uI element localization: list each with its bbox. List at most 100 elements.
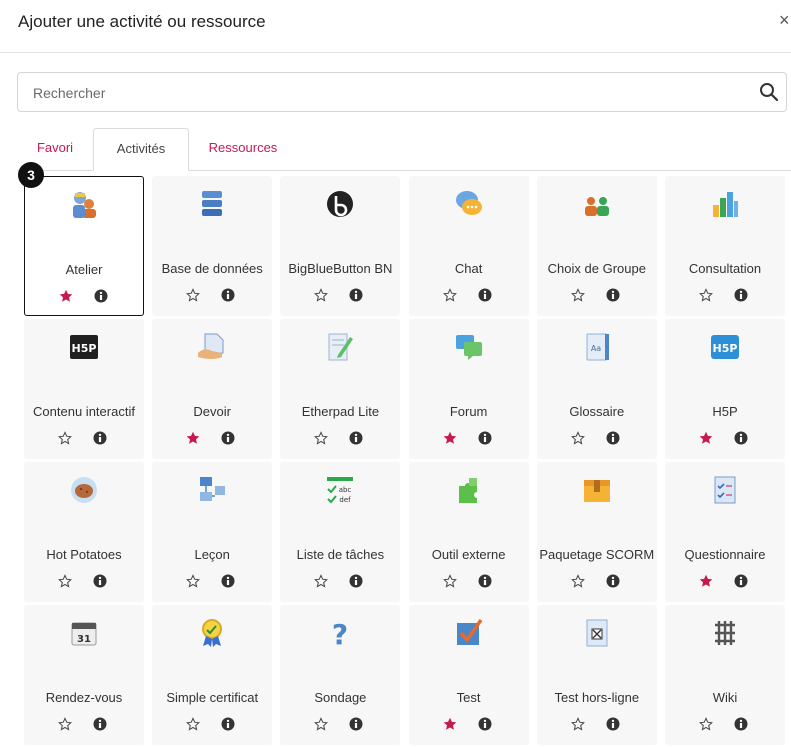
activity-card[interactable]: abc def Liste de tâches (280, 462, 401, 602)
info-icon[interactable] (221, 288, 235, 302)
activity-card[interactable]: 31 Rendez-vous (24, 605, 144, 745)
star-icon[interactable] (442, 288, 457, 302)
info-icon[interactable] (478, 574, 492, 588)
close-icon[interactable]: × (779, 10, 790, 31)
star-icon[interactable] (186, 717, 201, 731)
puzzle-icon (453, 474, 485, 506)
star-icon[interactable] (186, 288, 201, 302)
info-icon[interactable] (93, 431, 107, 445)
activity-card[interactable]: Hot Potatoes (24, 462, 144, 602)
activity-label: Choix de Groupe (547, 261, 646, 276)
info-icon[interactable] (93, 574, 107, 588)
star-icon[interactable] (314, 574, 329, 588)
activity-card[interactable]: Questionnaire (665, 462, 785, 602)
activity-label: Outil externe (431, 547, 506, 562)
activity-card[interactable]: Atelier (24, 176, 144, 316)
activity-card[interactable]: Aa Glossaire (536, 319, 657, 459)
info-icon[interactable] (478, 431, 492, 445)
forum-icon (453, 331, 485, 363)
h5p-blue-icon: H5P (709, 331, 741, 363)
activity-card[interactable]: Outil externe (408, 462, 529, 602)
activity-card[interactable]: Test (408, 605, 529, 745)
info-icon[interactable] (606, 717, 620, 731)
info-icon[interactable] (734, 717, 748, 731)
activity-card[interactable]: Etherpad Lite (280, 319, 401, 459)
star-icon[interactable] (58, 431, 72, 445)
activity-card[interactable]: Paquetage SCORM (536, 462, 657, 602)
lesson-icon (196, 474, 228, 506)
bar-chart-icon (709, 188, 741, 220)
activity-card[interactable]: Test hors-ligne (536, 605, 657, 745)
svg-text:abc: abc (339, 486, 352, 494)
activity-card[interactable]: Forum (408, 319, 529, 459)
search-input[interactable] (18, 73, 755, 113)
info-icon[interactable] (221, 574, 235, 588)
star-icon[interactable] (58, 574, 72, 588)
workshop-icon (69, 189, 101, 221)
star-icon[interactable] (314, 431, 329, 445)
activity-card[interactable]: Base de données (152, 176, 273, 316)
star-filled-icon[interactable] (443, 717, 457, 731)
info-icon[interactable] (734, 288, 748, 302)
info-icon[interactable] (606, 431, 620, 445)
activity-label: Etherpad Lite (301, 404, 380, 419)
activity-card[interactable]: Chat (408, 176, 529, 316)
activity-label: H5P (712, 404, 738, 419)
info-icon[interactable] (734, 431, 748, 445)
activity-label: Contenu interactif (33, 404, 135, 419)
activity-card[interactable]: Simple certificat (152, 605, 273, 745)
star-icon[interactable] (58, 717, 72, 731)
search-icon[interactable] (759, 82, 779, 102)
info-icon[interactable] (349, 431, 363, 445)
svg-text:31: 31 (77, 634, 91, 645)
star-icon[interactable] (314, 717, 329, 731)
activity-card[interactable]: ? Sondage (280, 605, 401, 745)
info-icon[interactable] (606, 288, 620, 302)
database-icon (196, 188, 228, 220)
activity-card[interactable]: Choix de Groupe (536, 176, 657, 316)
star-icon[interactable] (314, 288, 329, 302)
star-filled-icon[interactable] (186, 431, 200, 445)
star-icon[interactable] (699, 717, 713, 731)
info-icon[interactable] (94, 289, 108, 303)
svg-text:def: def (340, 496, 352, 504)
star-icon[interactable] (699, 288, 713, 302)
star-filled-icon[interactable] (59, 289, 73, 303)
activity-label: Liste de tâches (296, 547, 385, 562)
info-icon[interactable] (606, 574, 620, 588)
activity-label: Wiki (712, 690, 738, 705)
activity-label: Forum (449, 404, 488, 419)
info-icon[interactable] (221, 431, 235, 445)
activity-label: Test (456, 690, 481, 705)
info-icon[interactable] (478, 717, 492, 731)
info-icon[interactable] (349, 288, 363, 302)
star-icon[interactable] (570, 288, 585, 302)
info-icon[interactable] (349, 574, 363, 588)
activity-card[interactable]: Consultation (665, 176, 785, 316)
activity-label: Leçon (194, 547, 230, 562)
activity-card[interactable]: BigBlueButton BN (280, 176, 401, 316)
star-filled-icon[interactable] (699, 574, 713, 588)
info-icon[interactable] (221, 717, 235, 731)
activity-grid: Atelier Base de données BigBlueButton BN Ch… (24, 176, 791, 747)
star-icon[interactable] (570, 717, 585, 731)
star-icon[interactable] (570, 431, 585, 445)
activity-label: Rendez-vous (45, 690, 123, 705)
activity-card[interactable]: Leçon (152, 462, 273, 602)
activity-card[interactable]: Wiki (665, 605, 785, 745)
tab-activites[interactable]: Activités (93, 128, 189, 171)
star-filled-icon[interactable] (443, 431, 457, 445)
info-icon[interactable] (349, 717, 363, 731)
activity-card[interactable]: H5P H5P (665, 319, 785, 459)
info-icon[interactable] (93, 717, 107, 731)
tab-ressources[interactable]: Ressources (189, 128, 297, 170)
star-icon[interactable] (442, 574, 457, 588)
info-icon[interactable] (734, 574, 748, 588)
info-icon[interactable] (478, 288, 492, 302)
star-icon[interactable] (570, 574, 585, 588)
star-filled-icon[interactable] (699, 431, 713, 445)
activity-card[interactable]: H5P Contenu interactif (24, 319, 144, 459)
activity-card[interactable]: Devoir (152, 319, 273, 459)
star-icon[interactable] (186, 574, 201, 588)
activity-label: Chat (454, 261, 483, 276)
